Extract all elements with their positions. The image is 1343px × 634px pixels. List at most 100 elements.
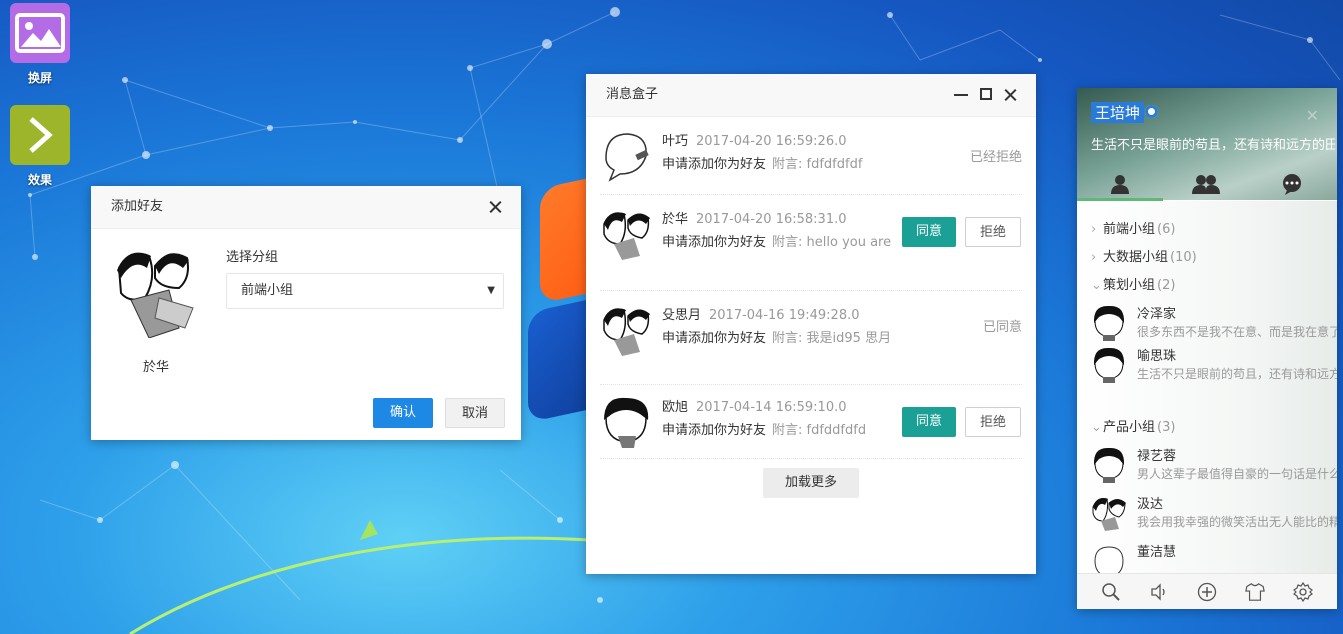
message-box-window: 消息盒子 叶巧 2017-04-20 16:59:26.0 申请添加你为好友 附言:… — [586, 74, 1036, 574]
group-select-value: 前端小组 — [241, 283, 294, 298]
desktop-icon-switch-screen[interactable]: 换屏 — [8, 3, 72, 86]
message-time: 2017-04-20 16:58:31.0 — [696, 212, 847, 227]
close-icon[interactable] — [485, 186, 505, 228]
message-text: 申请添加你为好友 附言: hello you are — [662, 235, 892, 250]
speaker-icon[interactable] — [1149, 582, 1169, 602]
user-avatar — [603, 308, 650, 356]
friend-signature: 男人这辈子最值得自豪的一句话是什么 — [1137, 467, 1337, 481]
group-bigdata[interactable]: › 大数据小组 (10) — [1091, 246, 1197, 265]
user-icon — [1111, 175, 1129, 194]
chevron-down-icon: ⌄ — [1091, 278, 1102, 293]
search-icon[interactable] — [1101, 582, 1121, 602]
message-text: 申请添加你为好友 附言: 我是id95 思月 — [662, 331, 892, 346]
user-signature[interactable]: 生活不只是眼前的苟且，还有诗和远方的田野 — [1091, 134, 1335, 153]
friend-item[interactable]: 禄艺蓉 男人这辈子最值得自豪的一句话是什么 — [1091, 443, 1337, 489]
message-time: 2017-04-20 16:59:26.0 — [696, 134, 847, 149]
friend-avatar — [1093, 347, 1125, 383]
group-product[interactable]: ⌄产品小组 (3) — [1091, 416, 1175, 435]
message-time: 2017-04-14 16:59:10.0 — [696, 400, 847, 415]
dialog-title: 添加好友 — [111, 199, 164, 214]
tab-groups[interactable] — [1163, 168, 1249, 200]
message-status: 已经拒绝 — [969, 150, 1022, 165]
message-time: 2017-04-16 19:49:28.0 — [709, 308, 860, 323]
panel-tabs — [1077, 168, 1337, 200]
message-sender: 叶巧 2017-04-20 16:59:26.0 — [662, 134, 847, 149]
user-avatar — [605, 133, 649, 182]
friend-name: 冷泽家 — [1137, 307, 1177, 322]
panel-header: 王培坤 生活不只是眼前的苟且，还有诗和远方的田野 ✕ — [1077, 88, 1337, 200]
group-select[interactable]: 前端小组 ▼ — [226, 273, 504, 309]
friend-signature: 很多东西不是我不在意、而是我在意了又能怎样 — [1137, 325, 1337, 339]
online-status-icon[interactable] — [1145, 105, 1158, 118]
message-box-title: 消息盒子 — [606, 87, 659, 102]
group-label: 选择分组 — [226, 250, 279, 265]
friend-avatar — [1092, 498, 1126, 531]
message-sender: 欧旭 2017-04-14 16:59:10.0 — [662, 400, 847, 415]
friend-list: › 前端小组 (6) › 大数据小组 (10) ⌄策划小组 (2) 冷泽家 很多东西不是我… — [1077, 201, 1337, 573]
add-icon[interactable] — [1197, 582, 1217, 602]
message-item: 殳思月 2017-04-16 19:49:28.0 申请添加你为好友 附言: 我是i… — [600, 304, 1022, 385]
message-box-titlebar[interactable]: 消息盒子 — [586, 74, 1036, 117]
friend-avatar — [1094, 546, 1124, 573]
friend-name: 董洁慧 — [1137, 545, 1177, 560]
message-item: 欧旭 2017-04-14 16:59:10.0 申请添加你为好友 附言: fdfd… — [600, 396, 1022, 459]
message-status: 已同意 — [982, 320, 1022, 335]
friend-signature: 我会用我幸强的微笑活出无人能比的精彩 — [1137, 515, 1337, 529]
friend-signature: 生活不只是眼前的苟且，还有诗和远方的田野 — [1137, 367, 1337, 381]
friend-name: 於华 — [142, 360, 169, 375]
reject-button[interactable]: 拒绝 — [965, 217, 1021, 247]
desktop-icon-label: 换屏 — [27, 71, 52, 85]
tab-history[interactable] — [1249, 168, 1335, 200]
group-frontend[interactable]: › 前端小组 (6) — [1091, 218, 1175, 237]
minimize-icon[interactable] — [954, 94, 968, 96]
user-avatar — [603, 212, 650, 260]
username[interactable]: 王培坤 — [1091, 102, 1145, 123]
message-sender: 殳思月 2017-04-16 19:49:28.0 — [662, 308, 860, 323]
message-note: 附言: fdfdfdfdf — [772, 157, 863, 172]
caret-down-icon: ▼ — [487, 285, 495, 296]
agree-button[interactable]: 同意 — [902, 407, 956, 437]
cancel-button[interactable]: 取消 — [445, 398, 505, 428]
chevron-right-icon: › — [1091, 250, 1097, 265]
maximize-icon[interactable] — [980, 88, 992, 100]
group-icon — [1192, 175, 1220, 194]
friend-avatar — [1093, 447, 1125, 483]
group-planning[interactable]: ⌄策划小组 (2) — [1091, 274, 1175, 293]
friend-item[interactable]: 董洁慧 — [1091, 539, 1337, 573]
gear-icon[interactable] — [1293, 582, 1313, 602]
image-icon — [10, 3, 70, 63]
confirm-button[interactable]: 确认 — [373, 398, 433, 428]
message-item: 叶巧 2017-04-20 16:59:26.0 申请添加你为好友 附言: fdfd… — [600, 130, 1022, 195]
panel-close-icon[interactable]: ✕ — [1306, 106, 1319, 125]
friend-item[interactable]: 喻思珠 生活不只是眼前的苟且，还有诗和远方的田野 — [1091, 343, 1337, 389]
message-text: 申请添加你为好友 附言: fdfddfdfd — [662, 423, 867, 438]
friend-name: 汲达 — [1137, 497, 1164, 512]
friend-name: 喻思珠 — [1137, 349, 1177, 364]
tab-friends[interactable] — [1077, 168, 1163, 200]
message-sender: 於华 2017-04-20 16:58:31.0 — [662, 212, 847, 227]
message-item: 於华 2017-04-20 16:58:31.0 申请添加你为好友 附言: hell… — [600, 208, 1022, 291]
chat-main-panel: 王培坤 生活不只是眼前的苟且，还有诗和远方的田野 ✕ › 前端小组 (6) › 大数据… — [1077, 88, 1337, 609]
reject-button[interactable]: 拒绝 — [965, 407, 1021, 437]
agree-button[interactable]: 同意 — [902, 217, 956, 247]
add-friend-dialog: 添加好友 於华 选择分组 前端小组 ▼ 确认 取消 — [91, 186, 521, 440]
friend-item[interactable]: 冷泽家 很多东西不是我不在意、而是我在意了又能怎样 — [1091, 301, 1337, 347]
dialog-titlebar[interactable]: 添加好友 — [91, 186, 521, 229]
chevron-down-icon: ⌄ — [1091, 420, 1102, 435]
message-note: 附言: 我是id95 思月 — [772, 331, 892, 346]
friend-avatar — [1093, 305, 1125, 341]
chevron-right-icon — [10, 105, 70, 165]
message-note: 附言: fdfddfdfd — [772, 423, 867, 438]
chat-bubble-icon — [1283, 174, 1301, 195]
desktop-icon-label: 效果 — [27, 173, 52, 187]
skin-shirt-icon[interactable] — [1245, 582, 1265, 602]
chevron-right-icon: › — [1091, 222, 1097, 237]
panel-toolbar — [1077, 573, 1337, 609]
message-text: 申请添加你为好友 附言: fdfdfdfdf — [662, 157, 863, 172]
message-note: 附言: hello you are — [772, 235, 892, 250]
desktop-icon-effects[interactable]: 效果 — [8, 105, 72, 188]
friend-item[interactable]: 汲达 我会用我幸强的微笑活出无人能比的精彩 — [1091, 491, 1337, 537]
close-icon[interactable] — [1000, 74, 1020, 116]
load-more-button[interactable]: 加载更多 — [763, 468, 859, 498]
friend-avatar — [117, 252, 194, 338]
